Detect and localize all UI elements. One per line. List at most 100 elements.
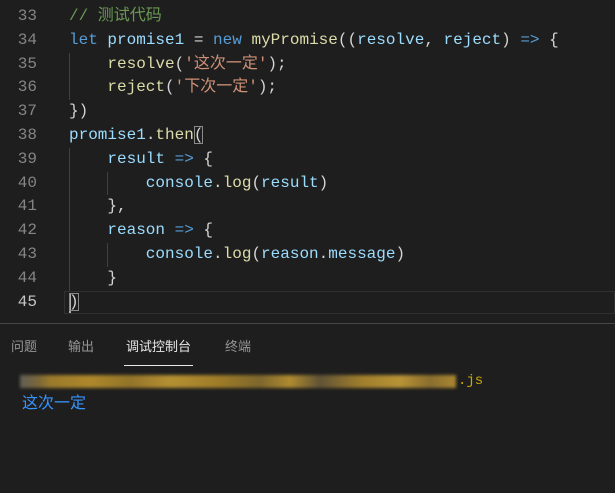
token-punct [165, 150, 175, 168]
tab-output[interactable]: 输出 [68, 338, 94, 365]
token-punct [165, 221, 175, 239]
code-content[interactable]: }, [69, 195, 127, 220]
token-comment: // 测试代码 [69, 7, 162, 25]
token-function: resolve [107, 54, 175, 73]
token-keyword: => [520, 30, 540, 49]
token-punct: { [193, 221, 214, 240]
token-punct: } [107, 268, 117, 287]
line-number: 44 [17, 268, 37, 287]
line-number: 41 [17, 197, 37, 216]
code-tokens: let promise1 = new myPromise((resolve, r… [69, 31, 559, 49]
code-line[interactable]: 37}) [0, 100, 615, 124]
line-number: 38 [17, 126, 37, 144]
code-line[interactable]: 39 result => { [0, 147, 615, 172]
line-number: 34 [17, 30, 37, 49]
code-tokens: }) [69, 102, 88, 120]
code-line[interactable]: 36 reject('下次一定'); [0, 76, 615, 101]
tab-problems[interactable]: 问题 [11, 338, 37, 365]
token-string: '这次一定' [184, 54, 268, 73]
token-keyword: => [174, 221, 194, 240]
token-punct: ) [318, 173, 329, 192]
token-punct: { [193, 149, 214, 168]
token-punct: ( [193, 126, 204, 144]
token-variable: reject [443, 30, 502, 49]
token-variable: reason [261, 245, 319, 263]
token-variable: reason [107, 221, 165, 240]
console-line-path: .js [0, 370, 615, 392]
code-tokens: }, [69, 197, 127, 216]
token-function: reject [107, 78, 165, 97]
code-tokens: reason => { [69, 221, 213, 239]
code-content[interactable]: console.log(result) [69, 171, 328, 196]
code-content[interactable]: promise1.then( [69, 124, 203, 148]
token-punct [98, 31, 108, 49]
vscode-window: 33 // 测试代码 34 let promise1 = new myPromise(… [0, 0, 615, 493]
line-number: 43 [17, 245, 37, 263]
code-content[interactable]: reason => { [69, 219, 213, 243]
code-tokens: promise1.then( [69, 126, 203, 144]
code-editor[interactable]: 33 // 测试代码 34 let promise1 = new myPromise(… [0, 0, 615, 323]
token-variable: console [145, 245, 214, 263]
token-punct: ) [395, 245, 406, 263]
token-keyword: new [213, 30, 242, 49]
token-variable: promise1 [107, 30, 185, 49]
token-punct: ); [267, 54, 287, 73]
token-punct: ( [251, 245, 262, 263]
code-tokens: // 测试代码 [69, 7, 162, 25]
token-function: log [222, 173, 252, 192]
code-tokens: result => { [69, 150, 213, 168]
code-line[interactable]: 44} [0, 266, 615, 291]
line-number: 33 [17, 7, 37, 25]
token-variable: result [261, 173, 319, 192]
token-punct: }) [69, 102, 89, 121]
code-line[interactable]: 41}, [0, 195, 615, 220]
debug-console-output[interactable]: .js 这次一定 [0, 370, 615, 414]
token-punct: ) [69, 292, 79, 311]
token-punct: . [213, 173, 223, 192]
code-line[interactable]: 43 console.log(reason.message) [0, 243, 615, 267]
token-punct: . [318, 245, 329, 263]
code-tokens: console.log(reason.message) [69, 245, 405, 263]
token-punct: = [184, 30, 214, 49]
code-line[interactable]: 42 reason => { [0, 219, 615, 243]
token-punct: . [145, 126, 156, 144]
token-punct: . [213, 245, 223, 263]
code-content[interactable]: result => { [69, 147, 213, 172]
code-line-active[interactable]: 45) [0, 290, 615, 315]
code-tokens: console.log(result) [69, 174, 328, 192]
token-function: log [222, 245, 252, 263]
code-content[interactable]: console.log(reason.message) [69, 243, 405, 267]
code-line[interactable]: 38 promise1.then( [0, 124, 615, 148]
current-line-highlight [64, 290, 615, 315]
token-punct: , [424, 30, 444, 49]
code-line[interactable]: 35 resolve('这次一定'); [0, 52, 615, 77]
bottom-panel: 问题 输出 调试控制台 终端 .js 这次一定 [0, 323, 615, 493]
tab-terminal[interactable]: 终端 [225, 338, 251, 365]
code-content[interactable]: }) [69, 100, 88, 124]
code-content[interactable]: reject('下次一定'); [69, 76, 277, 101]
token-punct: }, [107, 197, 127, 216]
code-line[interactable]: 40 console.log(result) [0, 171, 615, 196]
code-line[interactable]: 33 // 测试代码 [0, 5, 615, 29]
line-number: 40 [17, 173, 37, 192]
file-path-suffix[interactable]: .js [458, 370, 483, 392]
tab-debug-console[interactable]: 调试控制台 [124, 338, 194, 366]
code-line[interactable]: 34 let promise1 = new myPromise((resolve,… [0, 29, 615, 53]
token-punct: { [539, 30, 559, 49]
code-content[interactable]: // 测试代码 [69, 5, 162, 29]
console-line-output: 这次一定 [0, 392, 615, 414]
token-keyword: let [69, 30, 98, 49]
code-content[interactable]: let promise1 = new myPromise((resolve, r… [69, 29, 559, 53]
code-tokens: } [69, 269, 117, 287]
code-content[interactable]: } [69, 266, 117, 291]
line-number: 42 [17, 221, 37, 240]
line-number: 37 [17, 102, 37, 121]
code-content[interactable]: resolve('这次一定'); [69, 52, 287, 77]
code-tokens: resolve('这次一定'); [69, 54, 287, 73]
code-content[interactable]: ) [69, 291, 79, 315]
token-punct: ( [165, 78, 175, 97]
redacted-path [20, 375, 456, 388]
token-variable: console [145, 173, 214, 192]
token-function: then [155, 126, 194, 144]
token-variable: resolve [357, 30, 425, 49]
